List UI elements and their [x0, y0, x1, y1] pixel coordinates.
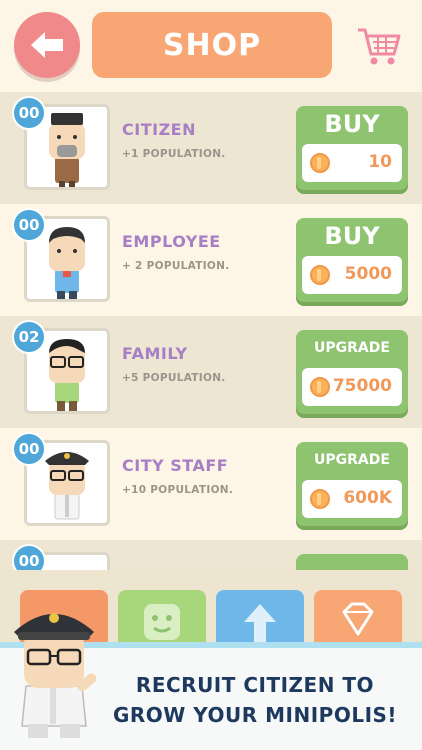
item-price: 10 — [368, 152, 392, 172]
back-arrow-icon — [31, 32, 63, 58]
page-title: SHOP — [92, 12, 332, 78]
upgrade-button-family[interactable]: UPGRADE 75000 — [296, 330, 408, 414]
tab-upgrade[interactable] — [216, 590, 304, 650]
buy-label: BUY — [324, 222, 380, 250]
diamond-icon — [342, 602, 374, 636]
buy-button-employee[interactable]: BUY 5000 — [296, 218, 408, 302]
owned-count-badge: 02 — [12, 320, 46, 354]
cart-icon[interactable] — [356, 24, 402, 68]
item-price: 75000 — [332, 376, 392, 396]
coin-icon — [310, 153, 330, 173]
shop-item-city-staff: 00 CITY STAFF +10 POPULATION. UPGRADE 60… — [0, 428, 422, 540]
owned-count-badge: 00 — [12, 432, 46, 466]
shop-list[interactable]: 00 CITIZEN +1 POPULATION. BUY 10 00 EMPL… — [0, 92, 422, 570]
shop-item-partial: 00 — [0, 540, 422, 570]
item-description: +1 POPULATION. — [122, 148, 226, 160]
mascot-character — [14, 613, 97, 738]
header: SHOP — [0, 0, 422, 92]
coin-icon — [310, 265, 330, 285]
coin-icon — [310, 377, 330, 397]
item-price: 5000 — [344, 264, 392, 284]
item-name: CITIZEN — [122, 120, 196, 139]
item-description: + 2 POPULATION. — [122, 260, 230, 272]
item-description: +5 POPULATION. — [122, 372, 226, 384]
item-name: FAMILY — [122, 344, 188, 363]
banner-line-1: RECRUIT CITIZEN TO — [135, 673, 375, 697]
tab-face[interactable] — [118, 590, 206, 650]
smiley-icon — [144, 604, 180, 640]
shop-item-family: 02 FAMILY +5 POPULATION. UPGRADE 75000 — [0, 316, 422, 428]
shop-item-citizen: 00 CITIZEN +1 POPULATION. BUY 10 — [0, 92, 422, 204]
tab-gems[interactable] — [314, 590, 402, 650]
owned-count-badge: 00 — [12, 208, 46, 242]
owned-count-badge: 00 — [12, 544, 46, 570]
item-price: 600K — [343, 488, 392, 508]
upgrade-button-city-staff[interactable]: UPGRADE 600K — [296, 442, 408, 526]
upgrade-label: UPGRADE — [314, 340, 390, 356]
buy-label: BUY — [324, 110, 380, 138]
item-name: EMPLOYEE — [122, 232, 221, 251]
price-box: 10 — [302, 144, 402, 182]
owned-count-badge: 00 — [12, 96, 46, 130]
upgrade-button-partial[interactable] — [296, 554, 408, 570]
item-name: CITY STAFF — [122, 456, 229, 475]
price-box: 600K — [302, 480, 402, 518]
coin-icon — [310, 489, 330, 509]
banner-line-2: GROW YOUR MINIPOLIS! — [112, 703, 398, 727]
item-description: +10 POPULATION. — [122, 484, 234, 496]
upgrade-arrow-icon — [244, 604, 276, 642]
buy-button-citizen[interactable]: BUY 10 — [296, 106, 408, 190]
shop-item-employee: 00 EMPLOYEE + 2 POPULATION. BUY 5000 — [0, 204, 422, 316]
banner-text: RECRUIT CITIZEN TO GROW YOUR MINIPOLIS! — [100, 670, 410, 730]
upgrade-label: UPGRADE — [314, 452, 390, 468]
price-box: 5000 — [302, 256, 402, 294]
back-button[interactable] — [14, 12, 80, 78]
price-box: 75000 — [302, 368, 402, 406]
